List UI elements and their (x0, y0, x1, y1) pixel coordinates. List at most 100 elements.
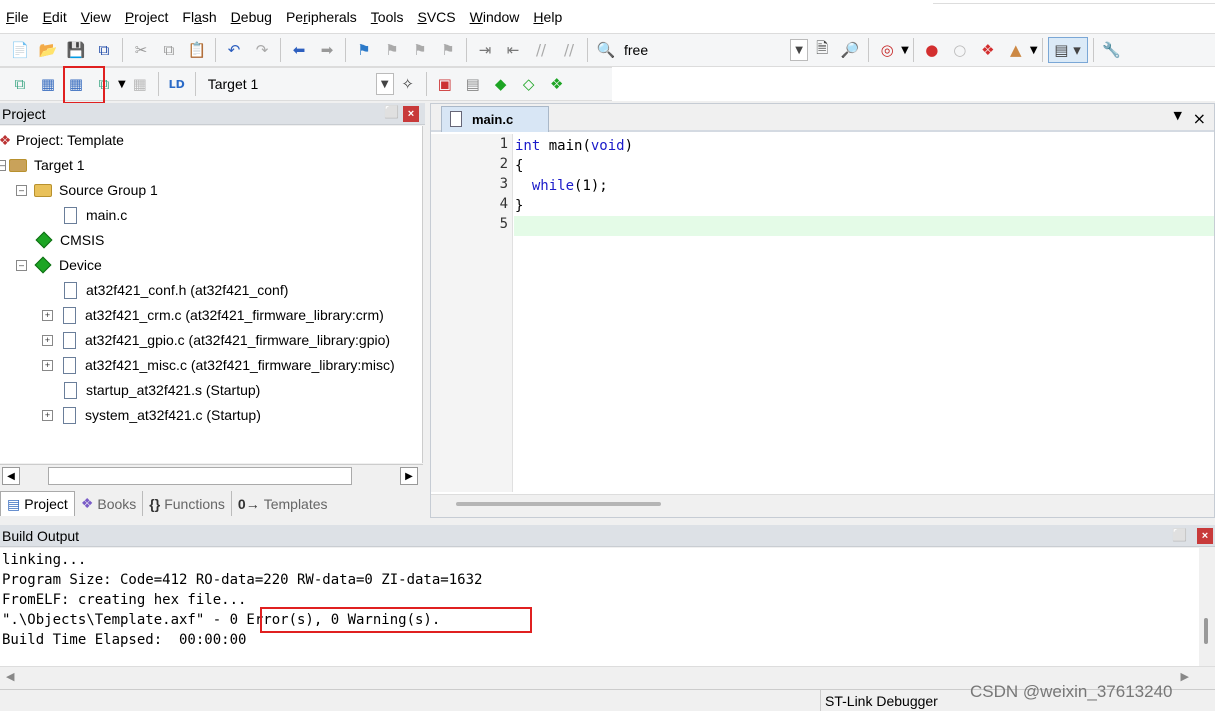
save-all-icon[interactable]: ⧉ (91, 37, 117, 63)
scroll-left-icon[interactable]: ◀ (6, 670, 14, 683)
window-layout-icon[interactable]: ▲ (1003, 37, 1029, 63)
debug-dropdown-arrow[interactable]: ▼ (901, 45, 909, 56)
find-in-files-icon[interactable]: 🔍 (593, 37, 619, 63)
code-text-area[interactable]: int main(void) { while(1); } (514, 134, 1214, 492)
manage-rte-icon[interactable]: ◆ (488, 71, 514, 97)
kill-breakpoints-icon[interactable]: ❖ (975, 37, 1001, 63)
target-dropdown-arrow[interactable]: ▼ (375, 73, 394, 95)
paste-icon[interactable]: 📋 (184, 37, 210, 63)
collapse-icon[interactable]: – (16, 259, 27, 271)
scroll-thumb[interactable] (1204, 618, 1208, 644)
breakpoint-icon[interactable]: ● (919, 37, 945, 63)
menu-flash[interactable]: Flash (176, 9, 222, 25)
uncomment-icon[interactable]: // (556, 37, 582, 63)
tree-node-conf-h[interactable]: at32f421_conf.h (at32f421_conf) (60, 279, 288, 301)
unindent-icon[interactable]: ⇤ (500, 37, 526, 63)
scroll-right-icon[interactable]: ▶ (400, 467, 418, 485)
tab-templates[interactable]: 0→ Templates (232, 491, 334, 516)
device-database-icon[interactable]: ❖ (544, 71, 570, 97)
build-output-text[interactable]: linking... Program Size: Code=412 RO-dat… (0, 548, 1215, 666)
configure-icon[interactable]: 🔧 (1099, 37, 1125, 63)
menu-view[interactable]: View (75, 9, 117, 25)
select-packs-icon[interactable]: ▤ (460, 71, 486, 97)
scroll-thumb[interactable] (48, 467, 352, 485)
menu-peripherals[interactable]: Peripherals (280, 9, 363, 25)
scroll-thumb[interactable] (456, 502, 661, 506)
indent-icon[interactable]: ⇥ (472, 37, 498, 63)
open-folder-icon[interactable]: 📂 (35, 37, 61, 63)
tree-node-target[interactable]: – Target 1 (0, 154, 85, 176)
editor-horizontal-scrollbar[interactable] (431, 494, 1214, 517)
stop-build-icon[interactable]: ▦ (127, 71, 153, 97)
prev-bookmark-icon[interactable]: ⚑ (379, 37, 405, 63)
tree-node-startup-s[interactable]: startup_at32f421.s (Startup) (60, 379, 260, 401)
debug-session-icon[interactable]: ◎ (874, 37, 900, 63)
menu-help[interactable]: Help (527, 9, 568, 25)
comment-icon[interactable]: // (528, 37, 554, 63)
expand-icon[interactable]: + (42, 359, 53, 371)
layout-dropdown-arrow[interactable]: ▼ (1030, 45, 1038, 56)
copy-icon[interactable]: ⧉ (156, 37, 182, 63)
editor-tab-main-c[interactable]: main.c (441, 106, 549, 132)
cut-icon[interactable]: ✂ (128, 37, 154, 63)
incremental-find-icon[interactable]: 🔎 (837, 37, 863, 63)
tree-node-project[interactable]: ❖ Project: Template (0, 129, 124, 151)
save-icon[interactable]: 💾 (63, 37, 89, 63)
batch-dropdown-arrow[interactable]: ▼ (118, 79, 126, 90)
undo-icon[interactable]: ↶ (221, 37, 247, 63)
tree-node-cmsis[interactable]: CMSIS (34, 229, 104, 251)
nav-back-icon[interactable]: ⬅ (286, 37, 312, 63)
translate-icon[interactable]: ⧉ (7, 71, 33, 97)
close-tab-icon[interactable]: × (1193, 109, 1206, 128)
pin-icon[interactable]: ⬜ (1172, 528, 1187, 542)
menu-edit[interactable]: Edit (37, 9, 73, 25)
view-window-icon[interactable]: ▤ ▾ (1047, 37, 1088, 63)
rebuild-icon[interactable]: ▦ (63, 71, 89, 97)
build-output-vertical-scrollbar[interactable] (1199, 548, 1215, 666)
batch-build-icon[interactable]: ⧉ (91, 71, 117, 97)
menu-tools[interactable]: Tools (365, 9, 410, 25)
tree-node-source-group[interactable]: – Source Group 1 (16, 179, 158, 201)
scroll-left-icon[interactable]: ◀ (2, 467, 20, 485)
collapse-icon[interactable]: – (16, 184, 27, 196)
clear-bookmarks-icon[interactable]: ⚑ (435, 37, 461, 63)
tree-node-crm-c[interactable]: + at32f421_crm.c (at32f421_firmware_libr… (42, 304, 384, 326)
pack-installer-icon[interactable]: ◇ (516, 71, 542, 97)
menu-window[interactable]: Window (464, 9, 526, 25)
tab-project[interactable]: ▤ Project (0, 491, 75, 516)
tab-list-dropdown-icon[interactable]: ▼ (1174, 109, 1182, 122)
nav-forward-icon[interactable]: ➡ (314, 37, 340, 63)
tab-books[interactable]: ❖ Books (75, 491, 144, 516)
manage-project-items-icon[interactable]: ▣ (432, 71, 458, 97)
menu-svcs[interactable]: SVCS (411, 9, 461, 25)
close-icon[interactable]: × (403, 106, 419, 122)
tree-node-gpio-c[interactable]: + at32f421_gpio.c (at32f421_firmware_lib… (42, 329, 390, 351)
menu-debug[interactable]: Debug (225, 9, 278, 25)
find-icon[interactable]: 🗎 (809, 37, 835, 63)
close-icon[interactable]: × (1197, 528, 1213, 544)
tab-functions[interactable]: {} Functions (143, 491, 232, 516)
options-for-target-icon[interactable]: ✧ (395, 71, 421, 97)
config-dropdown-arrow[interactable]: ▼ (790, 39, 809, 61)
bookmark-icon[interactable]: ⚑ (351, 37, 377, 63)
new-file-icon[interactable]: 📄 (7, 37, 33, 63)
expand-icon[interactable]: + (42, 334, 53, 346)
tree-node-system-c[interactable]: + system_at32f421.c (Startup) (42, 404, 261, 426)
tree-node-misc-c[interactable]: + at32f421_misc.c (at32f421_firmware_lib… (42, 354, 395, 376)
menu-project[interactable]: Project (119, 9, 175, 25)
collapse-icon[interactable]: – (0, 159, 6, 171)
next-bookmark-icon[interactable]: ⚑ (407, 37, 433, 63)
menu-file[interactable]: File (0, 9, 35, 25)
project-horizontal-scrollbar[interactable]: ◀ ▶ (0, 464, 423, 486)
pin-icon[interactable]: ⬜ (384, 105, 399, 119)
tree-node-device[interactable]: – Device (16, 254, 102, 276)
redo-icon[interactable]: ↷ (249, 37, 275, 63)
target-select[interactable]: Target 1 ▼ (204, 72, 394, 96)
download-load-icon[interactable]: LD (164, 71, 190, 97)
scroll-right-icon[interactable]: ▶ (1181, 670, 1189, 683)
expand-icon[interactable]: + (42, 309, 53, 321)
tree-node-main-c[interactable]: main.c (60, 204, 127, 226)
build-icon[interactable]: ▦ (35, 71, 61, 97)
disable-breakpoint-icon[interactable]: ○ (947, 37, 973, 63)
expand-icon[interactable]: + (42, 409, 53, 421)
